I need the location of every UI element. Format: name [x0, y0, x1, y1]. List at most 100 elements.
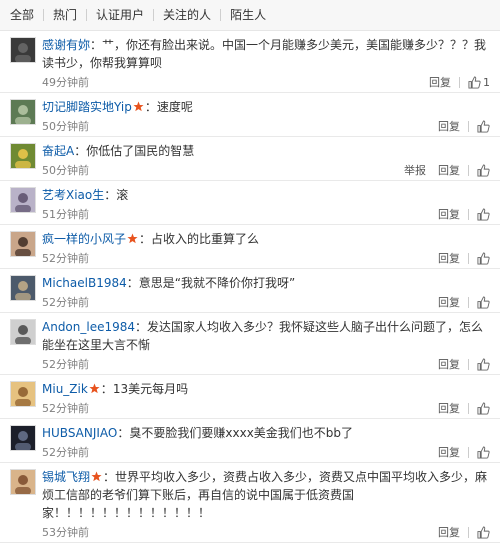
- comment-text: 意思是“我就不降价你打我呀”: [138, 276, 296, 290]
- action-divider: [468, 164, 469, 176]
- reply-link[interactable]: 回复: [438, 356, 460, 372]
- comment-text: 你低估了国民的智慧: [86, 144, 195, 158]
- avatar-cartoon-icon[interactable]: [10, 381, 36, 407]
- reply-link[interactable]: 回复: [438, 400, 460, 416]
- comment-username[interactable]: Miu_Zik: [42, 382, 88, 396]
- like-count: 1: [483, 75, 490, 89]
- filter-tab[interactable]: 关注的人: [154, 8, 220, 22]
- comment-body: 疯一样的小风子 ：占收入的比重算了么: [42, 230, 490, 248]
- like-button[interactable]: [477, 295, 490, 309]
- reply-link[interactable]: 回复: [438, 524, 460, 540]
- comment-username[interactable]: 艺考Xiao生: [42, 188, 104, 202]
- report-link[interactable]: 举报: [404, 162, 426, 178]
- comment-username[interactable]: 感谢有妳: [42, 38, 90, 52]
- thumbs-up-icon: [477, 207, 490, 221]
- avatar-forest-icon[interactable]: [10, 99, 36, 125]
- like-button[interactable]: [477, 401, 490, 415]
- comment-body: MichaelB1984：意思是“我就不降价你打我呀”: [42, 274, 490, 292]
- comment-meta: 52分钟前 回复: [42, 354, 490, 374]
- comment-colon: ：: [103, 470, 116, 484]
- comment-meta: 52分钟前 回复: [42, 442, 490, 462]
- comment-timestamp: 52分钟前: [42, 252, 89, 265]
- reply-link[interactable]: 回复: [429, 74, 451, 90]
- comment-timestamp: 52分钟前: [42, 402, 89, 415]
- like-button[interactable]: [477, 163, 490, 177]
- filter-tab[interactable]: 认证用户: [87, 8, 153, 22]
- action-divider: [468, 208, 469, 220]
- comment-text: 艹，你还有脸出来说。中国一个月能赚多少美元，美国能赚多少？？？我读书少，你帮我算…: [42, 38, 487, 70]
- reply-link[interactable]: 回复: [438, 118, 460, 134]
- action-divider: [459, 76, 460, 88]
- comment-username[interactable]: 奋起A: [42, 144, 74, 158]
- comment-timestamp: 53分钟前: [42, 526, 89, 539]
- like-button[interactable]: [477, 207, 490, 221]
- comment-item: Miu_Zik ：13美元每月吗 52分钟前 回复: [0, 375, 500, 419]
- comment-username[interactable]: 锡城飞翔: [42, 470, 90, 484]
- verified-star-badge-icon: [89, 383, 100, 394]
- thumbs-up-icon: [477, 163, 490, 177]
- avatar-face-icon[interactable]: [10, 319, 36, 345]
- avatar-flower-icon[interactable]: [10, 143, 36, 169]
- filter-tab[interactable]: 陌生人: [221, 8, 275, 22]
- filter-tab[interactable]: 热门: [44, 8, 86, 22]
- comment-body: Miu_Zik ：13美元每月吗: [42, 380, 490, 398]
- verified-star-badge-icon: [133, 101, 144, 112]
- like-button[interactable]: [477, 357, 490, 371]
- comment-item: 疯一样的小风子 ：占收入的比重算了么 52分钟前 回复: [0, 225, 500, 269]
- comment-body: 感谢有妳：艹，你还有脸出来说。中国一个月能赚多少美元，美国能赚多少？？？我读书少…: [42, 36, 490, 72]
- avatar-person-icon[interactable]: [10, 231, 36, 257]
- comment-body: 艺考Xiao生：滚: [42, 186, 490, 204]
- action-divider: [468, 296, 469, 308]
- comment-username[interactable]: Andon_lee1984: [42, 320, 135, 334]
- avatar-kid-icon[interactable]: [10, 469, 36, 495]
- like-button[interactable]: 1: [468, 76, 490, 89]
- verified-star-badge-icon: [127, 233, 138, 244]
- action-divider: [468, 526, 469, 538]
- reply-link[interactable]: 回复: [438, 206, 460, 222]
- filter-tab[interactable]: 全部: [10, 8, 43, 22]
- comment-username[interactable]: HUBSANJIAO: [42, 426, 117, 440]
- comment-item: 锡城飞翔 ：世界平均收入多少，资费占收入多少，资费又点中国平均收入多少，麻烦工信部…: [0, 463, 500, 543]
- comment-item: HUBSANJIAO：臭不要脸我们要赚xxxx美金我们也不bb了 52分钟前 回复: [0, 419, 500, 463]
- comment-timestamp: 52分钟前: [42, 358, 89, 371]
- comment-meta: 52分钟前 回复: [42, 398, 490, 418]
- comment-timestamp: 52分钟前: [42, 446, 89, 459]
- avatar-landscape-icon[interactable]: [10, 275, 36, 301]
- avatar-dark-icon[interactable]: [10, 37, 36, 63]
- like-button[interactable]: [477, 445, 490, 459]
- thumbs-up-icon: [477, 401, 490, 415]
- like-button[interactable]: [477, 119, 490, 133]
- reply-link[interactable]: 回复: [438, 162, 460, 178]
- comment-meta: 53分钟前 回复: [42, 522, 490, 542]
- comment-colon: ：: [144, 100, 157, 114]
- comment-username[interactable]: 疯一样的小风子: [42, 232, 126, 246]
- like-button[interactable]: [477, 251, 490, 265]
- comment-colon: ：: [117, 426, 130, 440]
- comment-colon: ：: [139, 232, 152, 246]
- comment-list: 感谢有妳：艹，你还有脸出来说。中国一个月能赚多少美元，美国能赚多少？？？我读书少…: [0, 31, 500, 543]
- avatar-car-icon[interactable]: [10, 425, 36, 451]
- comment-colon: ：: [126, 276, 139, 290]
- comment-actions: 回复: [438, 206, 490, 222]
- comment-body: 锡城飞翔 ：世界平均收入多少，资费占收入多少，资费又点中国平均收入多少，麻烦工信部…: [42, 468, 490, 522]
- comment-timestamp: 51分钟前: [42, 208, 89, 221]
- comment-timestamp: 50分钟前: [42, 120, 89, 133]
- comment-meta: 49分钟前 回复 1: [42, 72, 490, 92]
- comment-colon: ：: [90, 38, 103, 52]
- thumbs-up-icon: [477, 119, 490, 133]
- comment-username[interactable]: 切记脚踏实地Yip: [42, 100, 132, 114]
- action-divider: [468, 120, 469, 132]
- verified-star-badge-icon: [91, 471, 102, 482]
- action-divider: [468, 446, 469, 458]
- thumbs-up-icon: [477, 295, 490, 309]
- reply-link[interactable]: 回复: [438, 250, 460, 266]
- thumbs-up-icon: [477, 251, 490, 265]
- action-divider: [468, 358, 469, 370]
- comment-username[interactable]: MichaelB1984: [42, 276, 127, 290]
- comment-actions: 回复: [438, 444, 490, 460]
- reply-link[interactable]: 回复: [438, 444, 460, 460]
- reply-link[interactable]: 回复: [438, 294, 460, 310]
- avatar-portrait-icon[interactable]: [10, 187, 36, 213]
- like-button[interactable]: [477, 525, 490, 539]
- comment-filter-bar: 全部 热门 认证用户 关注的人 陌生人: [0, 0, 500, 31]
